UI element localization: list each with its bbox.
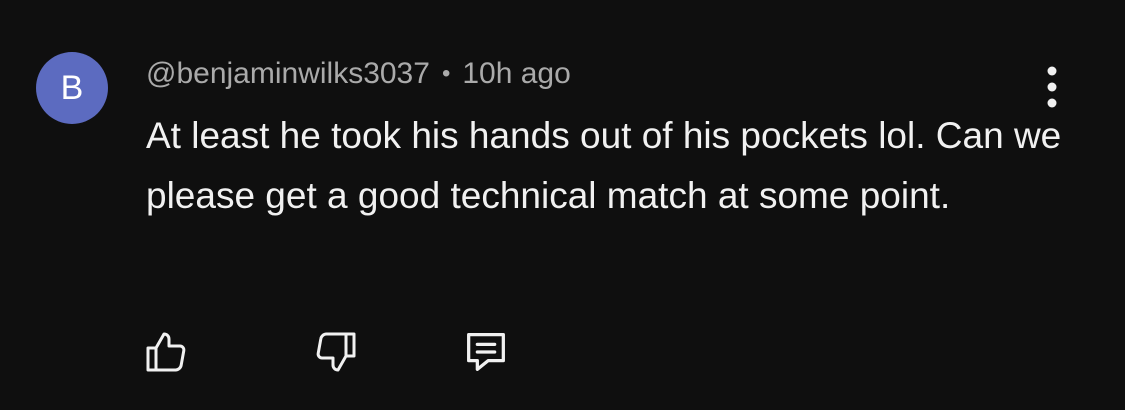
comment-thread: B @benjaminwilks3037 • 10h ago At least … — [0, 0, 1125, 410]
thumbs-down-icon — [316, 332, 356, 372]
comment-header: @benjaminwilks3037 • 10h ago — [146, 54, 571, 94]
more-options-button[interactable] — [1032, 64, 1072, 110]
comment-text: At least he took his hands out of his po… — [146, 115, 1062, 216]
avatar[interactable]: B — [36, 52, 108, 124]
author-handle[interactable]: @benjaminwilks3037 — [146, 57, 430, 91]
more-vertical-icon — [1047, 66, 1057, 108]
reply-button[interactable] — [456, 322, 516, 382]
meta-separator: • — [441, 60, 451, 87]
comment-actions — [0, 322, 1125, 382]
reply-comment-icon — [467, 333, 505, 371]
comment-time[interactable]: 10h ago — [462, 57, 570, 91]
dislike-button[interactable] — [306, 322, 366, 382]
thumbs-up-icon — [146, 332, 186, 372]
avatar-letter: B — [60, 68, 84, 107]
like-button[interactable] — [136, 322, 196, 382]
